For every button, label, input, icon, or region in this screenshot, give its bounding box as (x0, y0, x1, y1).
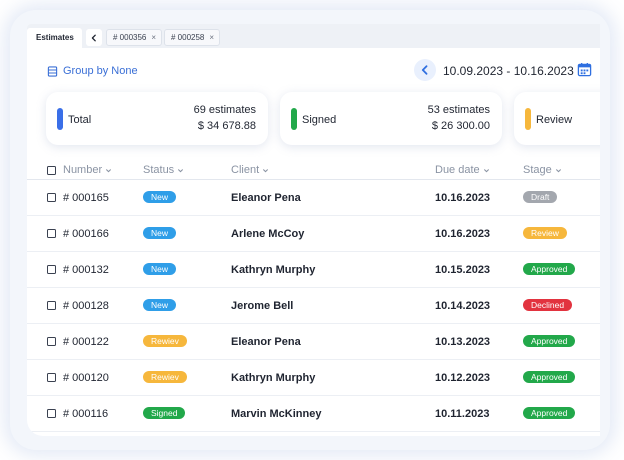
due-date: 10.12.2023 (435, 372, 491, 384)
card-amount: $ 34 678.88 (197, 120, 256, 132)
table-row[interactable]: # 000132 New Kathryn Murphy 10.15.2023 A… (27, 252, 600, 288)
row-checkbox[interactable] (47, 229, 56, 238)
status-badge: Rewiev (143, 371, 187, 383)
chevron-down-icon (263, 168, 269, 172)
card-color-bar (57, 108, 63, 130)
close-icon[interactable]: × (151, 30, 156, 45)
tab-estimates[interactable]: Estimates (27, 28, 82, 48)
close-icon[interactable]: × (209, 30, 214, 45)
due-date: 10.16.2023 (435, 228, 491, 240)
status-badge: New (143, 263, 177, 275)
estimate-number[interactable]: # 000165 (63, 192, 109, 204)
card-amount: $ 26 300.00 (431, 120, 490, 132)
stage-badge: Approved (523, 407, 576, 419)
tab-back-button[interactable] (86, 29, 102, 46)
group-by-label: Group by None (63, 65, 138, 77)
due-date: 10.13.2023 (435, 336, 491, 348)
card-count: 53 estimates (427, 104, 490, 116)
due-date: 10.15.2023 (435, 264, 491, 276)
table-row[interactable]: # 000116 Signed Marvin McKinney 10.11.20… (27, 396, 600, 432)
chevron-down-icon (178, 168, 184, 172)
chevron-down-icon (483, 168, 489, 172)
row-checkbox[interactable] (47, 373, 56, 382)
stage-badge: Approved (523, 335, 576, 347)
tab-label: # 000258 (171, 33, 205, 42)
table-header: Number Status Client Due date Stage (27, 162, 600, 180)
client-name: Kathryn Murphy (231, 264, 316, 276)
select-all-checkbox[interactable] (47, 166, 56, 175)
column-label: Client (231, 164, 260, 176)
summary-card-signed[interactable]: Signed 53 estimates $ 26 300.00 (280, 92, 502, 145)
client-name: Arlene McCoy (231, 228, 305, 240)
status-badge: New (143, 299, 177, 311)
card-color-bar (291, 108, 297, 130)
client-name: Jerome Bell (231, 300, 294, 312)
date-range[interactable]: 10.09.2023 - 10.16.2023 (443, 64, 574, 78)
card-label: Review (536, 114, 573, 126)
stage-badge: Review (523, 227, 567, 239)
card-label: Total (68, 114, 92, 126)
row-checkbox[interactable] (47, 337, 56, 346)
chevron-left-icon (91, 34, 96, 41)
column-stage[interactable]: Stage (523, 164, 562, 176)
due-date: 10.16.2023 (435, 192, 491, 204)
column-label: Status (143, 164, 175, 176)
column-due-date[interactable]: Due date (435, 164, 490, 176)
client-name: Kathryn Murphy (231, 372, 316, 384)
row-checkbox[interactable] (47, 193, 56, 202)
status-badge: New (143, 191, 177, 203)
table-row[interactable]: # 000128 New Jerome Bell 10.14.2023 Decl… (27, 288, 600, 324)
row-checkbox[interactable] (47, 265, 56, 274)
summary-card-review[interactable]: Review (514, 92, 600, 145)
column-client[interactable]: Client (231, 164, 269, 176)
estimate-number[interactable]: # 000122 (63, 336, 109, 348)
client-name: Eleanor Pena (231, 192, 301, 204)
calendar-icon[interactable] (577, 62, 592, 77)
estimate-number[interactable]: # 000166 (63, 228, 109, 240)
stage-badge: Declined (523, 299, 573, 311)
tab-label: # 000356 (113, 33, 147, 42)
column-label: Due date (435, 164, 480, 176)
status-badge: New (143, 227, 177, 239)
card-label: Signed (302, 114, 337, 126)
client-name: Eleanor Pena (231, 336, 301, 348)
client-name: Marvin McKinney (231, 408, 322, 420)
stage-badge: Approved (523, 263, 576, 275)
estimate-number[interactable]: # 000128 (63, 300, 109, 312)
chevron-down-icon (106, 168, 112, 172)
stage-badge: Approved (523, 371, 576, 383)
stage-badge: Draft (523, 191, 558, 203)
list-icon (47, 65, 58, 77)
tab-estimate-000356[interactable]: # 000356 × (106, 29, 162, 46)
card-count: 69 estimates (193, 104, 256, 116)
estimate-number[interactable]: # 000132 (63, 264, 109, 276)
estimate-number[interactable]: # 000116 (63, 408, 108, 420)
tab-estimate-000258[interactable]: # 000258 × (164, 29, 220, 46)
table-row[interactable]: # 000122 Rewiev Eleanor Pena 10.13.2023 … (27, 324, 600, 360)
estimate-number[interactable]: # 000120 (63, 372, 109, 384)
due-date: 10.14.2023 (435, 300, 491, 312)
row-checkbox[interactable] (47, 409, 56, 418)
row-checkbox[interactable] (47, 301, 56, 310)
chevron-down-icon (555, 168, 561, 172)
column-number[interactable]: Number (63, 164, 112, 176)
column-label: Number (63, 164, 103, 176)
table-row[interactable]: # 000166 New Arlene McCoy 10.16.2023 Rev… (27, 216, 600, 252)
summary-card-total[interactable]: Total 69 estimates $ 34 678.88 (46, 92, 268, 145)
estimates-window: Estimates # 000356 × # 000258 × Group by… (27, 24, 600, 436)
group-by-button[interactable]: Group by None (47, 64, 138, 78)
tab-strip: Estimates # 000356 × # 000258 × (27, 24, 600, 48)
due-date: 10.11.2023 (435, 408, 490, 420)
table-row[interactable]: # 000165 New Eleanor Pena 10.16.2023 Dra… (27, 180, 600, 216)
chevron-left-icon (421, 65, 428, 75)
table-row[interactable]: # 000120 Rewiev Kathryn Murphy 10.12.202… (27, 360, 600, 396)
previous-period-button[interactable] (414, 59, 436, 81)
column-status[interactable]: Status (143, 164, 184, 176)
card-color-bar (525, 108, 531, 130)
status-badge: Signed (143, 407, 186, 419)
status-badge: Rewiev (143, 335, 187, 347)
column-label: Stage (523, 164, 552, 176)
